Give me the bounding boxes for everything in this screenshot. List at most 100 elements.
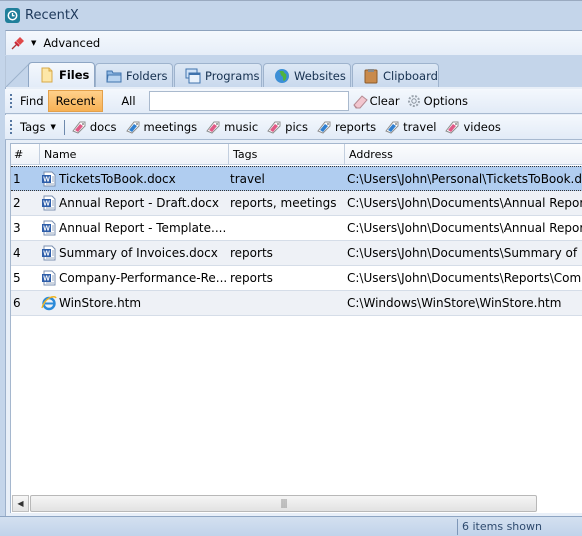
word-doc-icon: W — [41, 245, 57, 261]
tags-toolbar: Tags ▼ docs meetings music pics reports trave… — [5, 115, 582, 140]
clipboard-icon — [363, 68, 379, 84]
status-bar: 6 items shown — [0, 516, 582, 536]
toolbar-grip[interactable] — [9, 118, 13, 136]
find-toolbar: Find Recent All Clear Options — [5, 89, 582, 114]
all-button[interactable]: All — [103, 90, 144, 112]
tag-icon — [444, 120, 460, 134]
table-row[interactable]: 6 WinStore.htm C:\Windows\WinStore\WinStor… — [11, 291, 582, 316]
word-doc-icon: W — [41, 220, 57, 236]
tag-meetings[interactable]: meetings — [125, 120, 197, 134]
file-tags: reports — [230, 271, 273, 285]
file-address: C:\Users\John\Documents\Reports\Company-… — [347, 271, 582, 285]
tag-list: docs meetings music pics reports travel videos — [71, 120, 509, 134]
tab-websites[interactable]: Websites — [263, 63, 351, 87]
file-address: C:\Windows\WinStore\WinStore.htm — [347, 296, 562, 310]
file-name: Annual Report - Draft.docx — [59, 196, 219, 210]
find-label: Find — [20, 94, 44, 108]
file-address: C:\Users\John\Documents\Annual Report - … — [347, 221, 582, 235]
toolbar-separator — [63, 119, 65, 135]
grid-header: # Name Tags Address — [11, 144, 582, 165]
row-number: 4 — [13, 246, 21, 260]
tag-icon — [205, 120, 221, 134]
tag-icon — [266, 120, 282, 134]
tag-videos[interactable]: videos — [444, 120, 501, 134]
tab-clipboard[interactable]: Clipboard — [352, 63, 439, 87]
column-header-number[interactable]: # — [11, 144, 39, 165]
status-separator — [457, 519, 458, 535]
table-row[interactable]: 3 W Annual Report - Template.... C:\Users\J… — [11, 216, 582, 241]
file-address: C:\Users\John\Documents\Annual Report - … — [347, 196, 582, 210]
tab-folders[interactable]: Folders — [95, 63, 173, 87]
row-number: 2 — [13, 196, 21, 210]
advanced-button[interactable]: Advanced — [43, 36, 100, 50]
row-number: 5 — [13, 271, 21, 285]
file-name: Summary of Invoices.docx — [59, 246, 218, 260]
tag-reports[interactable]: reports — [316, 120, 376, 134]
svg-text:W: W — [43, 276, 50, 283]
folder-icon — [106, 68, 122, 84]
tag-icon — [125, 120, 141, 134]
column-header-address[interactable]: Address — [344, 144, 582, 165]
options-button[interactable]: Options — [406, 93, 468, 109]
title-bar: RecentX — [0, 0, 582, 30]
table-row[interactable]: 2 W Annual Report - Draft.docx reports, mee… — [11, 191, 582, 216]
file-address: C:\Users\John\Personal\TicketsToBook.doc… — [347, 172, 582, 186]
tab-bar: Files Folders Programs Websites Clipboar… — [5, 56, 582, 87]
recent-button[interactable]: Recent — [47, 90, 104, 112]
svg-text:W: W — [43, 251, 50, 258]
row-number: 3 — [13, 221, 21, 235]
word-doc-icon: W — [41, 270, 57, 286]
programs-icon — [185, 68, 201, 84]
app-logo-icon — [5, 8, 20, 23]
app-title: RecentX — [25, 8, 79, 23]
toolbar-grip[interactable] — [9, 92, 13, 110]
word-doc-icon: W — [41, 195, 57, 211]
file-icon — [39, 67, 55, 83]
file-tags: reports, meetings — [230, 196, 337, 210]
scrollbar-thumb[interactable]: ||| — [30, 495, 537, 512]
tag-music[interactable]: music — [205, 120, 258, 134]
file-name: WinStore.htm — [59, 296, 142, 310]
column-header-tags[interactable]: Tags — [228, 144, 344, 165]
file-tags — [230, 291, 342, 315]
tab-files[interactable]: Files — [28, 62, 95, 87]
file-name: Company-Performance-Re... — [59, 271, 227, 285]
globe-icon — [274, 68, 290, 84]
horizontal-scrollbar[interactable]: ◀ ||| — [12, 495, 582, 512]
tag-travel[interactable]: travel — [384, 120, 436, 134]
files-grid: # Name Tags Address 1 W TicketsToBook.docx… — [10, 143, 582, 513]
tag-docs[interactable]: docs — [71, 120, 117, 134]
chevron-down-icon: ▼ — [50, 123, 56, 131]
eraser-icon — [352, 93, 369, 109]
file-tags — [230, 216, 342, 240]
tag-icon — [71, 120, 87, 134]
search-input[interactable] — [148, 91, 349, 111]
column-header-name[interactable]: Name — [39, 144, 229, 165]
tag-icon — [384, 120, 400, 134]
pin-dropdown-icon[interactable]: ▼ — [31, 39, 36, 47]
scroll-left-icon[interactable]: ◀ — [12, 495, 29, 512]
svg-text:W: W — [43, 201, 50, 208]
gear-icon — [406, 93, 422, 109]
items-shown-count: 6 items shown — [462, 520, 542, 533]
word-doc-icon: W — [41, 171, 57, 187]
row-number: 6 — [13, 296, 21, 310]
advanced-bar: ▼ Advanced — [5, 30, 582, 55]
file-address: C:\Users\John\Documents\Summary of Invoi… — [347, 246, 582, 260]
row-number: 1 — [13, 172, 21, 186]
file-name: Annual Report - Template.... — [59, 221, 227, 235]
tags-dropdown[interactable]: Tags ▼ — [18, 120, 56, 134]
file-name: TicketsToBook.docx — [59, 172, 176, 186]
tag-pics[interactable]: pics — [266, 120, 308, 134]
file-tags: travel — [230, 172, 265, 186]
clear-button[interactable]: Clear — [352, 93, 400, 109]
tag-icon — [316, 120, 332, 134]
file-tags: reports — [230, 246, 273, 260]
table-row[interactable]: 4 W Summary of Invoices.docx reports C:\User… — [11, 241, 582, 266]
pin-icon[interactable] — [11, 36, 25, 50]
svg-text:W: W — [43, 226, 50, 233]
table-row[interactable]: 1 W TicketsToBook.docx travel C:\Users\John\… — [11, 166, 582, 191]
tab-programs[interactable]: Programs — [174, 63, 262, 87]
table-row[interactable]: 5 W Company-Performance-Re... reports C:\Use… — [11, 266, 582, 291]
ie-icon — [41, 295, 57, 311]
